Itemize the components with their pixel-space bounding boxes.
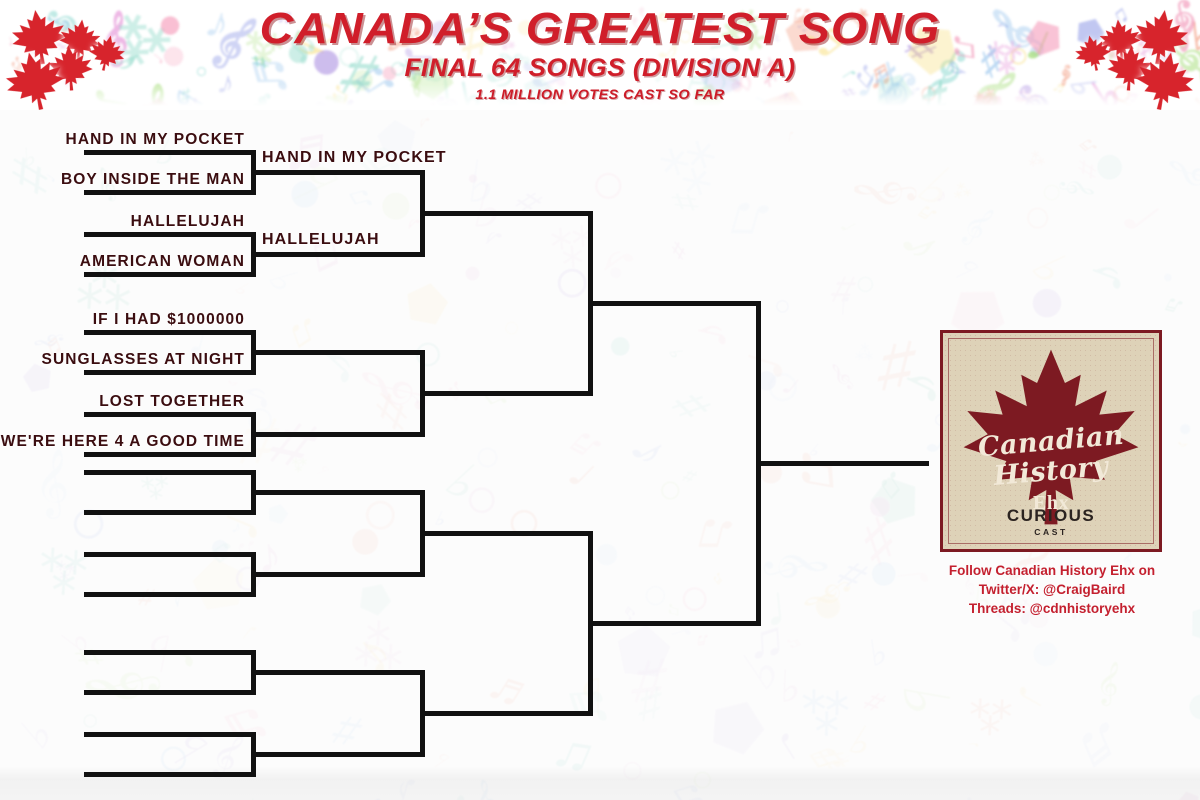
network-sub-label: CAST [1034, 527, 1068, 537]
maple-leaf-logo-icon [963, 349, 1139, 525]
header-text-block: CANADA’S GREATEST SONG FINAL 64 SONGS (D… [0, 0, 1200, 103]
bracket-line-round2 [251, 252, 425, 257]
bracket-line-round1 [84, 150, 256, 155]
bracket-line-round1 [84, 232, 256, 237]
bracket-line-final [756, 461, 929, 466]
bracket-slot-round1: LOST TOGETHER [99, 393, 245, 410]
bracket-line-round1 [84, 732, 256, 737]
bracket-line-round1 [84, 470, 256, 475]
bracket-line-round3 [420, 391, 593, 396]
follow-line-1: Follow Canadian History Ehx on [948, 563, 1156, 578]
bracket-line-round2 [251, 670, 425, 675]
bracket-line-round2 [251, 572, 425, 577]
follow-line-3: Threads: @cdnhistoryehx [968, 601, 1136, 616]
bracket-slot-round1: WE'RE HERE 4 A GOOD TIME [0, 433, 245, 450]
bracket-line-round2 [251, 490, 425, 495]
follow-info: Follow Canadian History Ehx on Twitter/X… [940, 561, 1164, 618]
bracket-page: ♬⁂♪♭⬟♪♪♬♩♭⁂♯●♭●♯○⬟♩○⬟♬♬♩♪♫♩♩♪♭♭⁂♭♬♩♫●♬♬𝄞… [0, 0, 1200, 800]
network-logo: CURIOUS CAST [943, 506, 1159, 537]
bracket-line-round1 [84, 272, 256, 277]
bracket-line-round1 [84, 592, 256, 597]
bracket-slot-round1: IF I HAD $1000000 [92, 311, 245, 328]
bracket-slot-round2: HALLELUJAH [262, 231, 380, 248]
bracket-line-round3 [420, 711, 593, 716]
bracket-slot-round1: HAND IN MY POCKET [65, 131, 245, 148]
bracket-line-round1 [84, 510, 256, 515]
bracket-line-round2 [251, 170, 425, 175]
bracket-line-round3 [420, 211, 593, 216]
bracket-line-round1 [84, 412, 256, 417]
podcast-logo-artwork: Canadian History Ehx CURIOUS CAST [940, 330, 1162, 552]
page-title: CANADA’S GREATEST SONG [259, 4, 941, 53]
bracket-line-round2 [251, 432, 425, 437]
bracket-line-round3 [420, 531, 593, 536]
podcast-promo: Canadian History Ehx CURIOUS CAST Follow… [940, 330, 1164, 618]
header-banner: ♩●♫𝄞♪𝄞♩♬♯○𝄞♪○♫♩𝄞𝄞♪♬♬♪𝄞♩♭♩♪♭𝄞♫♫♬♪♪♯♫♭𝄞♬♯♭… [0, 0, 1200, 110]
bracket-slot-round1: AMERICAN WOMAN [79, 253, 245, 270]
bracket-line-round2 [251, 350, 425, 355]
bracket-line-round1 [84, 190, 256, 195]
bracket-line-round1 [84, 330, 256, 335]
bracket-line-round1 [84, 552, 256, 557]
bracket-line-round1 [84, 690, 256, 695]
bracket-line-round2 [251, 752, 425, 757]
bracket-slot-round1: HALLELUJAH [130, 213, 245, 230]
bracket-slot-round1: BOY INSIDE THE MAN [60, 171, 245, 188]
bracket-slot-round2: HAND IN MY POCKET [262, 149, 447, 166]
bracket-slot-round1: SUNGLASSES AT NIGHT [41, 351, 245, 368]
bracket-line-round1 [84, 370, 256, 375]
bracket-line-round4 [588, 621, 761, 626]
votes-count-label: 1.1 MILLION VOTES CAST SO FAR [475, 86, 725, 102]
bracket-line-round1 [84, 650, 256, 655]
page-subtitle: FINAL 64 SONGS (DIVISION A) [404, 54, 796, 82]
follow-line-2: Twitter/X: @CraigBaird [978, 582, 1126, 597]
bracket-line-round1 [84, 772, 256, 777]
bracket-line-round4 [588, 301, 761, 306]
bracket-line-round1 [84, 452, 256, 457]
network-name-label: CURIOUS [1006, 506, 1096, 525]
